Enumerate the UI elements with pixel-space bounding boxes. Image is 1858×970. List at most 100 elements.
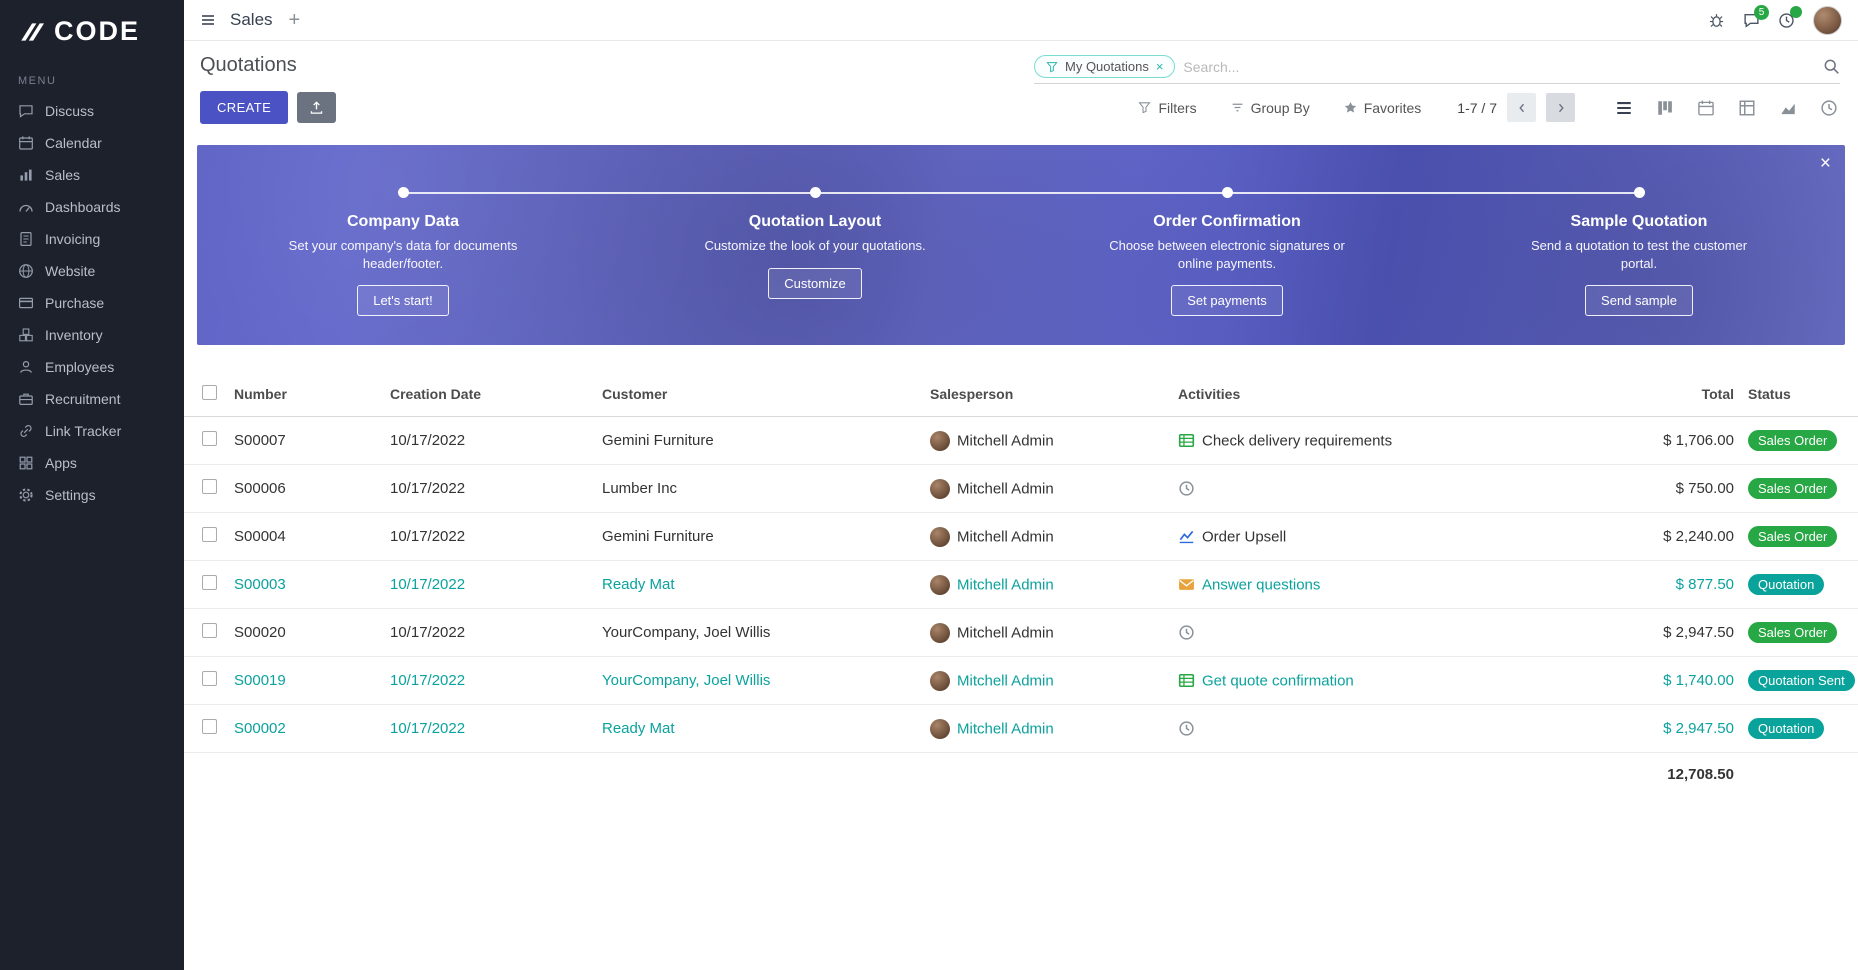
sidebar-item-apps[interactable]: Apps [0, 447, 184, 479]
list-view-icon[interactable] [1615, 99, 1633, 117]
activity-cell[interactable]: Get quote confirmation [1174, 657, 1634, 705]
sidebar-item-label: Calendar [45, 135, 102, 151]
col-total[interactable]: Total [1634, 372, 1744, 417]
total-sum: 12,708.50 [1634, 753, 1744, 797]
group-by-button[interactable]: Group By [1231, 100, 1310, 116]
select-all-checkbox[interactable] [202, 385, 217, 400]
dashboards-icon [18, 199, 34, 215]
export-button[interactable] [297, 92, 336, 124]
sidebar-item-recruitment[interactable]: Recruitment [0, 383, 184, 415]
col-creation-date[interactable]: Creation Date [386, 372, 598, 417]
customize-button[interactable]: Customize [768, 268, 861, 299]
salesperson-name: Mitchell Admin [957, 672, 1054, 689]
quotation-number[interactable]: S00020 [230, 609, 386, 657]
table-row[interactable]: S00002 10/17/2022 Ready Mat Mitchell Adm… [184, 705, 1858, 753]
col-activities[interactable]: Activities [1174, 372, 1634, 417]
new-tab-button[interactable]: + [287, 10, 303, 30]
messages-icon[interactable]: 5 [1743, 12, 1760, 29]
activity-cell[interactable]: Order Upsell [1174, 513, 1634, 561]
activity-cell[interactable] [1174, 609, 1634, 657]
pager-next-button[interactable] [1546, 93, 1575, 122]
onboarding-step-quotation-layout: Quotation Layout Customize the look of y… [609, 145, 1021, 345]
inventory-icon [18, 327, 34, 343]
graph-view-icon[interactable] [1779, 99, 1797, 117]
sidebar-item-link-tracker[interactable]: Link Tracker [0, 415, 184, 447]
control-row: CREATE Filters Group By Favori [200, 91, 1842, 124]
facet-close-icon[interactable] [1156, 59, 1164, 74]
row-checkbox[interactable] [202, 671, 217, 686]
sidebar-item-discuss[interactable]: Discuss [0, 95, 184, 127]
search-input[interactable] [1183, 59, 1815, 75]
quotation-number[interactable]: S00019 [230, 657, 386, 705]
col-salesperson[interactable]: Salesperson [926, 372, 1174, 417]
app-name[interactable]: Sales [230, 10, 273, 30]
salesperson-avatar [930, 527, 950, 547]
row-checkbox[interactable] [202, 431, 217, 446]
col-number[interactable]: Number [230, 372, 386, 417]
table-row[interactable]: S00004 10/17/2022 Gemini Furniture Mitch… [184, 513, 1858, 561]
activity-label: Answer questions [1202, 576, 1320, 593]
activity-cell[interactable]: Check delivery requirements [1174, 417, 1634, 465]
row-checkbox[interactable] [202, 719, 217, 734]
status-badge: Sales Order [1748, 430, 1837, 451]
row-checkbox[interactable] [202, 479, 217, 494]
sidebar-item-calendar[interactable]: Calendar [0, 127, 184, 159]
debug-bug-icon[interactable] [1708, 12, 1725, 29]
lets-start-button[interactable]: Let's start! [357, 285, 449, 316]
search-icon[interactable] [1823, 58, 1840, 76]
quotation-number[interactable]: S00002 [230, 705, 386, 753]
hamburger-menu-icon[interactable] [200, 12, 216, 28]
creation-date: 10/17/2022 [386, 561, 598, 609]
activity-label: Order Upsell [1202, 528, 1286, 545]
col-status[interactable]: Status [1744, 372, 1858, 417]
customer-name: YourCompany, Joel Willis [598, 609, 926, 657]
user-avatar[interactable] [1813, 6, 1842, 35]
onboarding-step-sample-quotation: Sample Quotation Send a quotation to tes… [1433, 145, 1845, 345]
activity-cell[interactable] [1174, 705, 1634, 753]
purchase-icon [18, 295, 34, 311]
table-row[interactable]: S00007 10/17/2022 Gemini Furniture Mitch… [184, 417, 1858, 465]
search-bar[interactable]: My Quotations [1034, 55, 1840, 84]
creation-date: 10/17/2022 [386, 417, 598, 465]
activities-clock-icon[interactable] [1778, 12, 1795, 29]
quotation-number[interactable]: S00004 [230, 513, 386, 561]
sidebar-item-sales[interactable]: Sales [0, 159, 184, 191]
sidebar-item-settings[interactable]: Settings [0, 479, 184, 511]
status-badge: Sales Order [1748, 622, 1837, 643]
brand-logo[interactable]: CODE [0, 0, 184, 65]
row-checkbox[interactable] [202, 575, 217, 590]
salesperson-name: Mitchell Admin [957, 720, 1054, 737]
sidebar-item-purchase[interactable]: Purchase [0, 287, 184, 319]
table-row[interactable]: S00019 10/17/2022 YourCompany, Joel Will… [184, 657, 1858, 705]
col-customer[interactable]: Customer [598, 372, 926, 417]
table-row[interactable]: S00003 10/17/2022 Ready Mat Mitchell Adm… [184, 561, 1858, 609]
sidebar-item-invoicing[interactable]: Invoicing [0, 223, 184, 255]
set-payments-button[interactable]: Set payments [1171, 285, 1283, 316]
kanban-view-icon[interactable] [1656, 99, 1674, 117]
row-checkbox[interactable] [202, 623, 217, 638]
activity-cell[interactable] [1174, 465, 1634, 513]
create-button[interactable]: CREATE [200, 91, 288, 124]
table-row[interactable]: S00020 10/17/2022 YourCompany, Joel Will… [184, 609, 1858, 657]
quotation-number[interactable]: S00006 [230, 465, 386, 513]
send-sample-button[interactable]: Send sample [1585, 285, 1693, 316]
search-facet[interactable]: My Quotations [1034, 55, 1175, 78]
favorites-button[interactable]: Favorites [1344, 100, 1422, 116]
table-row[interactable]: S00006 10/17/2022 Lumber Inc Mitchell Ad… [184, 465, 1858, 513]
quotations-table: Number Creation Date Customer Salesperso… [184, 372, 1858, 796]
sidebar-item-employees[interactable]: Employees [0, 351, 184, 383]
onboarding-step-order-confirmation: Order Confirmation Choose between electr… [1021, 145, 1433, 345]
sidebar-item-inventory[interactable]: Inventory [0, 319, 184, 351]
activity-cell[interactable]: Answer questions [1174, 561, 1634, 609]
quotation-number[interactable]: S00003 [230, 561, 386, 609]
calendar-view-icon[interactable] [1697, 99, 1715, 117]
quotation-number[interactable]: S00007 [230, 417, 386, 465]
filters-button[interactable]: Filters [1138, 100, 1196, 116]
sidebar-item-website[interactable]: Website [0, 255, 184, 287]
sidebar-item-dashboards[interactable]: Dashboards [0, 191, 184, 223]
pivot-view-icon[interactable] [1738, 99, 1756, 117]
banner-close-icon[interactable] [1820, 153, 1831, 175]
row-checkbox[interactable] [202, 527, 217, 542]
pager-prev-button[interactable] [1507, 93, 1536, 122]
activity-view-icon[interactable] [1820, 99, 1838, 117]
